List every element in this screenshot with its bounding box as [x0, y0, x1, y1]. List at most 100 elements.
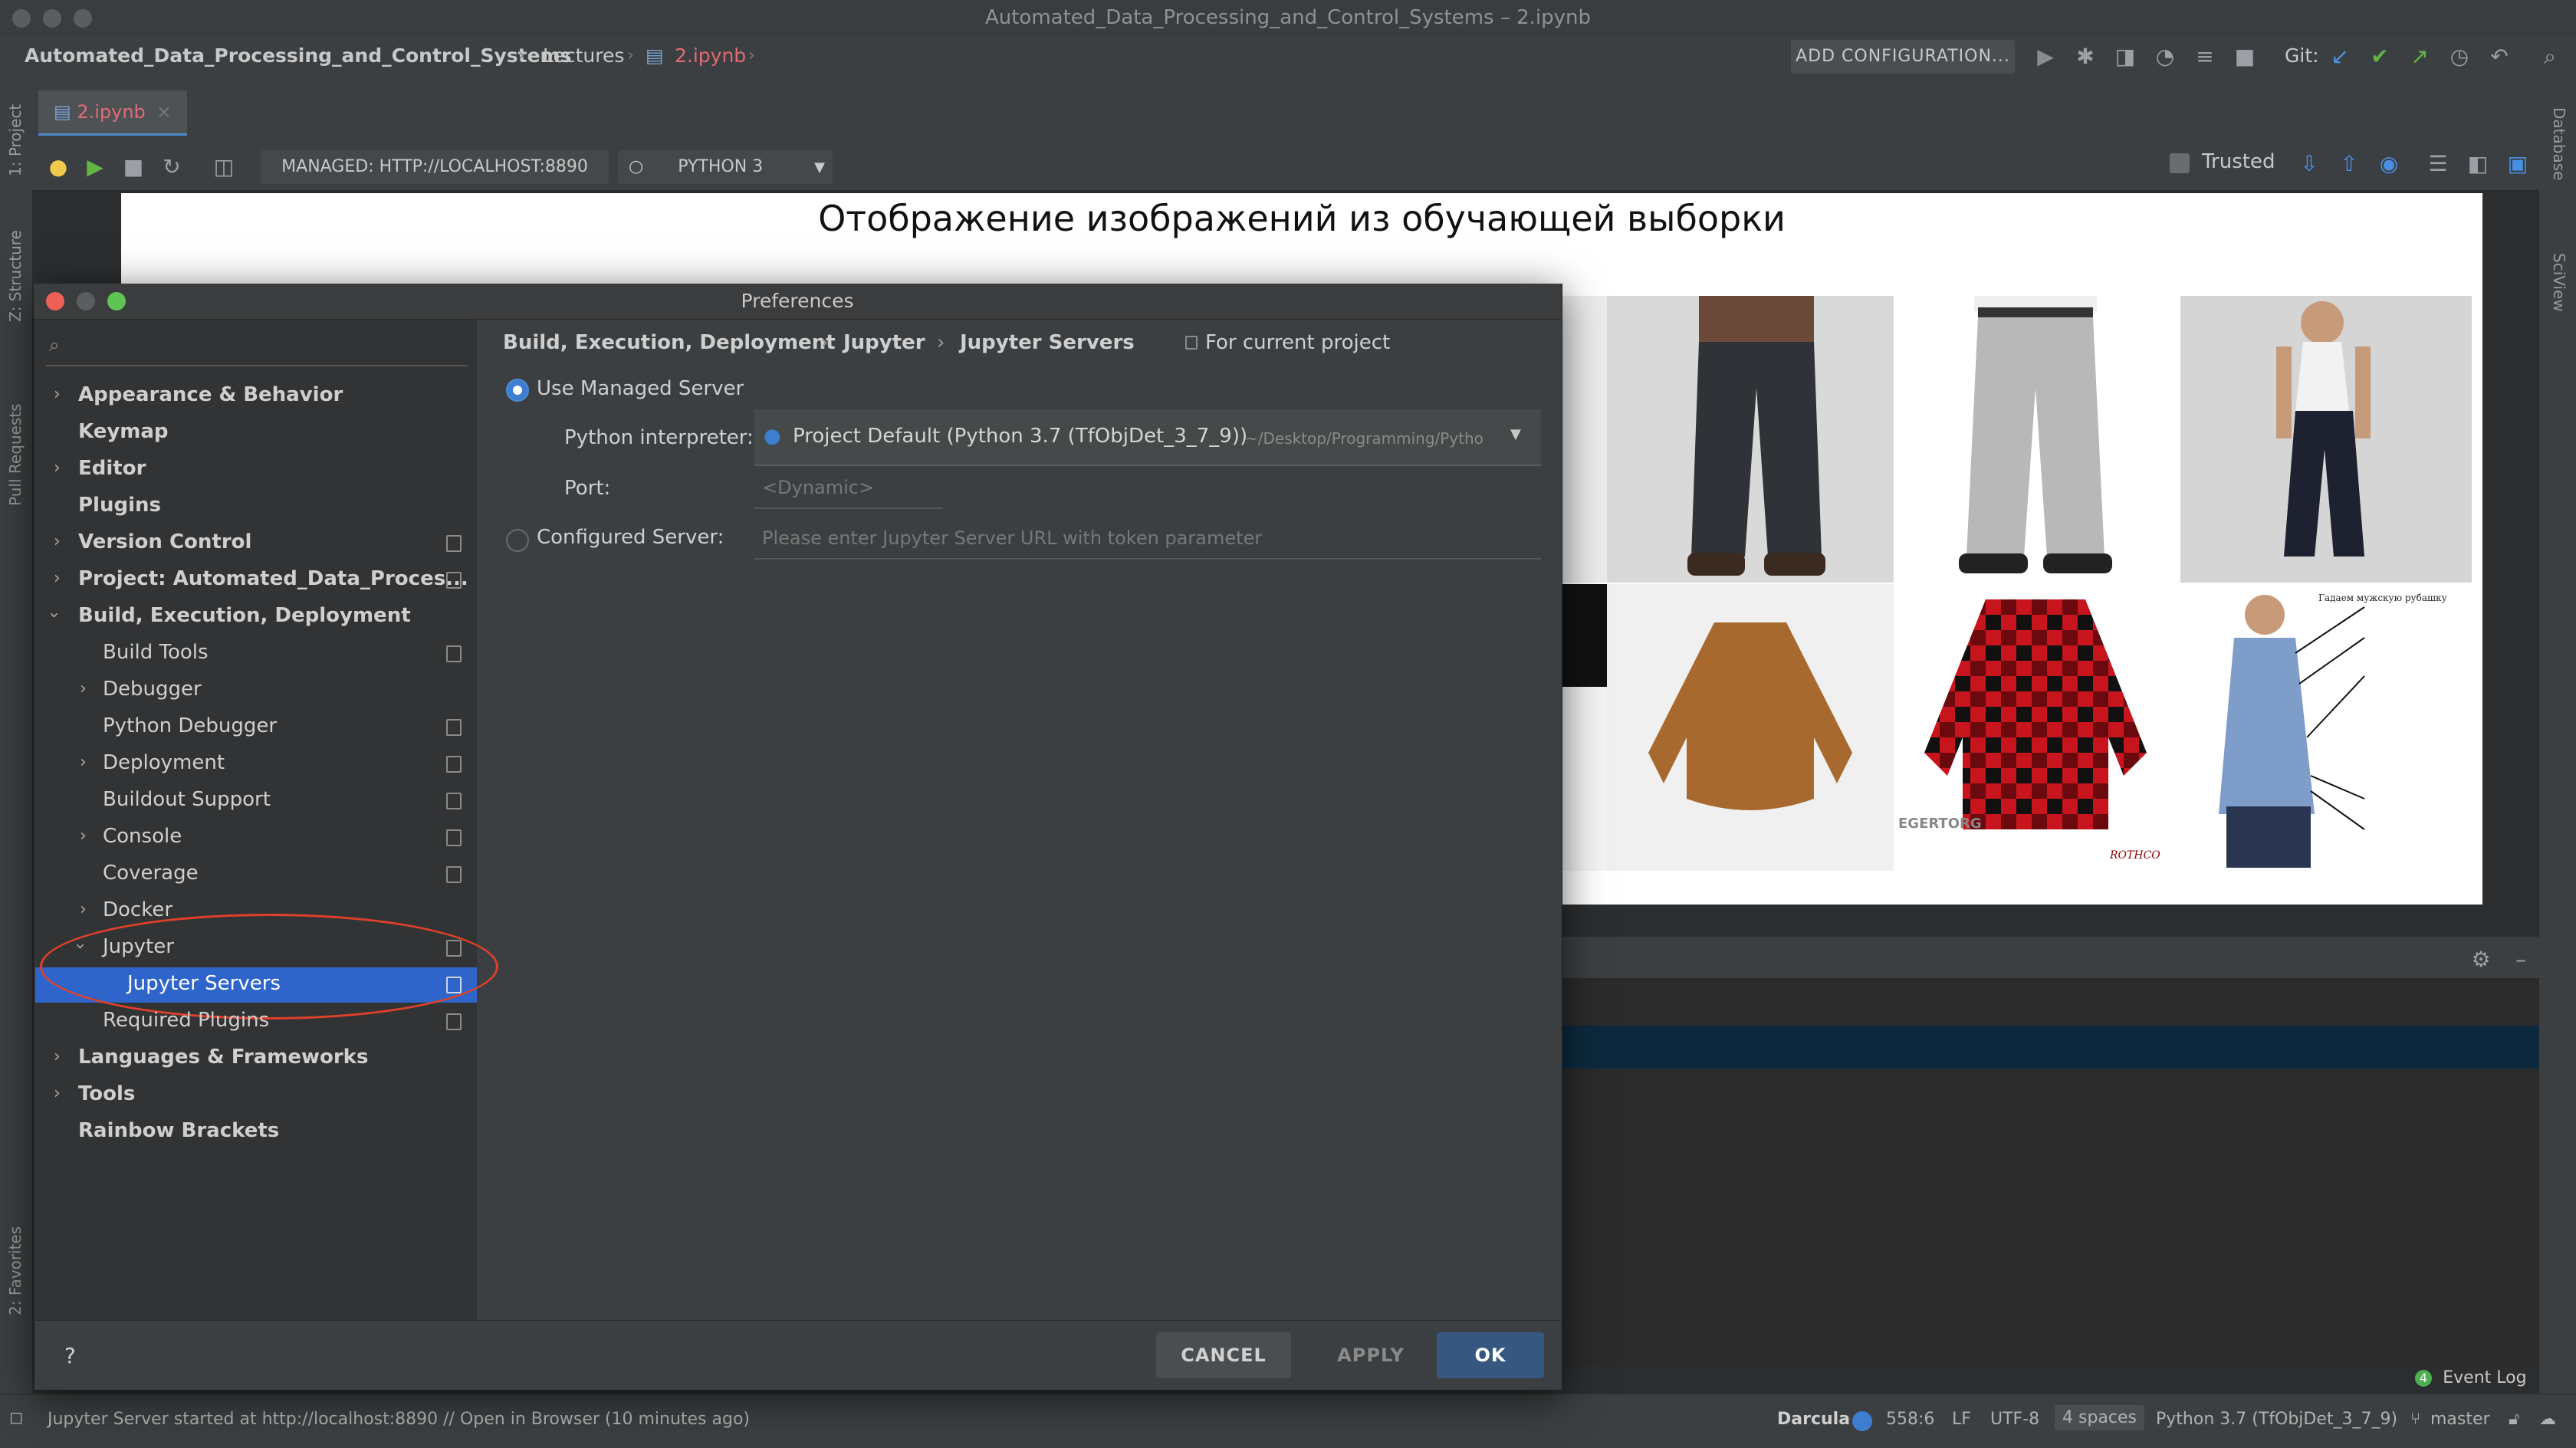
- run-icon[interactable]: ▶: [2030, 41, 2061, 72]
- coverage-icon[interactable]: ◨: [2110, 41, 2141, 72]
- chevron-down-icon[interactable]: ›: [44, 612, 64, 619]
- restart-icon[interactable]: ↻: [156, 152, 187, 182]
- tree-item-tools[interactable]: Tools: [78, 1082, 135, 1105]
- stop-icon[interactable]: ■: [2229, 41, 2260, 72]
- git-branch[interactable]: master: [2430, 1410, 2490, 1429]
- tree-item-keymap[interactable]: Keymap: [78, 420, 169, 443]
- close-tab-icon[interactable]: ×: [156, 101, 172, 123]
- help-button[interactable]: ?: [64, 1343, 76, 1368]
- chevron-down-icon[interactable]: ›: [71, 943, 90, 950]
- tree-item-console[interactable]: Console: [103, 825, 182, 848]
- ok-button[interactable]: OK: [1437, 1332, 1544, 1378]
- use-managed-server-radio[interactable]: [506, 379, 529, 402]
- trusted-checkbox[interactable]: [2170, 153, 2190, 173]
- lock-icon[interactable]: 🔓︎: [2509, 1410, 2519, 1429]
- chevron-right-icon[interactable]: ›: [54, 1047, 61, 1066]
- chevron-right-icon[interactable]: ›: [54, 1084, 61, 1103]
- status-message[interactable]: Jupyter Server started at http://localho…: [48, 1410, 750, 1429]
- git-push-icon[interactable]: ↗: [2404, 41, 2435, 72]
- file-encoding[interactable]: UTF-8: [1990, 1410, 2039, 1429]
- editor-only-icon[interactable]: ☰: [2423, 149, 2453, 179]
- chevron-right-icon[interactable]: ›: [80, 826, 87, 845]
- tree-item-plugins[interactable]: Plugins: [78, 494, 161, 517]
- interpreter-status[interactable]: Python 3.7 (TfObjDet_3_7_9): [2156, 1410, 2397, 1429]
- chevron-right-icon[interactable]: ›: [54, 385, 61, 404]
- tree-item-buildout-support[interactable]: Buildout Support: [103, 788, 271, 811]
- line-separator[interactable]: LF: [1952, 1410, 1971, 1429]
- tree-item-build-execution[interactable]: Build, Execution, Deployment: [78, 604, 411, 627]
- configured-server-radio[interactable]: [506, 529, 529, 552]
- chevron-right-icon[interactable]: ›: [80, 679, 87, 698]
- port-input[interactable]: <Dynamic>: [754, 469, 943, 509]
- gear-icon[interactable]: ⚙: [2466, 944, 2496, 975]
- tree-item-debugger[interactable]: Debugger: [103, 678, 202, 701]
- use-managed-server-label[interactable]: Use Managed Server: [537, 377, 744, 400]
- rollback-icon[interactable]: ↶: [2484, 41, 2515, 72]
- run-all-icon[interactable]: ▶: [80, 152, 110, 182]
- toggle-tool-windows-icon[interactable]: ◻: [9, 1408, 23, 1427]
- tree-item-jupyter[interactable]: Jupyter: [103, 935, 174, 958]
- theme-switcher[interactable]: Darcula: [1777, 1410, 1850, 1429]
- tree-item-version-control[interactable]: Version Control: [78, 530, 251, 553]
- tree-item-deployment[interactable]: Deployment: [103, 751, 225, 774]
- tree-item-editor[interactable]: Editor: [78, 457, 146, 480]
- database-tool-tab[interactable]: Database: [2550, 107, 2568, 180]
- tree-item-jupyter-servers[interactable]: Jupyter Servers: [127, 972, 281, 995]
- jupyter-server-selector[interactable]: MANAGED: HTTP://LOCALHOST:8890: [261, 150, 609, 184]
- apply-button[interactable]: APPLY: [1303, 1332, 1438, 1378]
- tree-item-appearance[interactable]: Appearance & Behavior: [78, 383, 343, 406]
- preview-only-icon[interactable]: ▣: [2502, 149, 2533, 179]
- chevron-right-icon[interactable]: ›: [54, 569, 61, 588]
- hide-panel-icon[interactable]: –: [2505, 944, 2536, 975]
- breadcrumb-project[interactable]: Automated_Data_Processing_and_Control_Sy…: [25, 44, 572, 67]
- settings-search-input[interactable]: ⌕: [46, 330, 468, 366]
- git-commit-icon[interactable]: ✔: [2364, 41, 2395, 72]
- tree-item-build-tools[interactable]: Build Tools: [103, 641, 209, 664]
- tree-item-languages[interactable]: Languages & Frameworks: [78, 1046, 368, 1069]
- tree-item-python-debugger[interactable]: Python Debugger: [103, 714, 277, 737]
- move-cell-up-icon[interactable]: ⇧: [2334, 149, 2364, 179]
- search-icon[interactable]: ⌕: [2535, 41, 2565, 72]
- split-view-icon[interactable]: ◧: [2463, 149, 2493, 179]
- history-icon[interactable]: ◷: [2444, 41, 2475, 72]
- tree-item-coverage[interactable]: Coverage: [103, 862, 199, 885]
- add-configuration-button[interactable]: ADD CONFIGURATION...: [1791, 40, 2015, 74]
- interpreter-dropdown[interactable]: ● Project Default (Python 3.7 (TfObjDet_…: [754, 409, 1541, 466]
- tab-notebook[interactable]: ▤ 2.ipynb ×: [38, 90, 187, 136]
- show-preview-icon[interactable]: ◉: [2374, 149, 2404, 179]
- concurrency-icon[interactable]: ≡: [2190, 41, 2220, 72]
- profile-icon[interactable]: ◔: [2150, 41, 2180, 72]
- selected-log-line[interactable]: [1561, 1026, 2539, 1069]
- server-url-placeholder: Please enter Jupyter Server URL with tok…: [762, 527, 1263, 549]
- event-log-tab[interactable]: 4 Event Log: [2415, 1366, 2539, 1394]
- pull-requests-tool-tab[interactable]: Pull Requests: [6, 403, 25, 506]
- structure-tool-tab[interactable]: Z: Structure: [6, 230, 25, 322]
- interrupt-icon[interactable]: ■: [118, 152, 149, 182]
- notifications-icon[interactable]: ☁: [2539, 1410, 2556, 1429]
- breadcrumb-file[interactable]: 2.ipynb: [675, 44, 746, 67]
- server-url-input[interactable]: Please enter Jupyter Server URL with tok…: [754, 518, 1541, 560]
- favorites-tool-tab[interactable]: 2: Favorites: [6, 1226, 25, 1315]
- product-image-trousers-grey: [1894, 296, 2177, 583]
- chevron-right-icon[interactable]: ›: [80, 753, 87, 772]
- debug-icon[interactable]: ✱: [2070, 41, 2101, 72]
- chevron-right-icon[interactable]: ›: [54, 532, 61, 551]
- configured-server-label[interactable]: Configured Server:: [537, 526, 724, 549]
- tree-item-docker[interactable]: Docker: [103, 898, 172, 921]
- tree-item-required-plugins[interactable]: Required Plugins: [103, 1009, 269, 1032]
- chevron-right-icon[interactable]: ›: [80, 900, 87, 919]
- git-update-icon[interactable]: ↙: [2325, 41, 2355, 72]
- chevron-right-icon[interactable]: ›: [54, 458, 61, 478]
- kernel-selector[interactable]: ○ PYTHON 3 ▼: [618, 150, 833, 184]
- breadcrumb-folder[interactable]: Lectures: [543, 44, 624, 67]
- lightbulb-icon[interactable]: ●: [43, 152, 74, 182]
- indent-setting[interactable]: 4 spaces: [2055, 1405, 2144, 1430]
- move-cell-down-icon[interactable]: ⇩: [2294, 149, 2325, 179]
- caret-position[interactable]: 558:6: [1886, 1410, 1934, 1429]
- tree-item-rainbow-brackets[interactable]: Rainbow Brackets: [78, 1119, 279, 1142]
- tree-item-project[interactable]: Project: Automated_Data_Proces...: [78, 567, 468, 590]
- kernel-status-icon[interactable]: ◫: [209, 152, 239, 182]
- project-tool-tab[interactable]: 1: Project: [6, 104, 25, 176]
- cancel-button[interactable]: CANCEL: [1156, 1332, 1291, 1378]
- sciview-tool-tab[interactable]: SciView: [2550, 253, 2568, 312]
